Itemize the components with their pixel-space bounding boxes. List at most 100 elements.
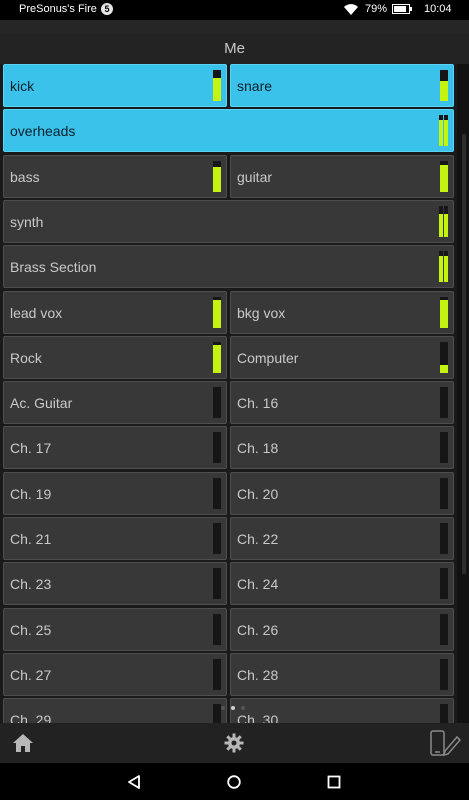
- channel-label: Ch. 27: [10, 666, 52, 683]
- home-circle-icon[interactable]: [214, 763, 254, 800]
- meter-channel-r: [444, 205, 448, 237]
- channel-tile[interactable]: bass: [3, 154, 227, 198]
- mix-panel: Me kick snare overheads bass guitar synth Bras…: [0, 20, 469, 723]
- channel-label: Ch. 21: [10, 531, 52, 547]
- system-nav-bar: [0, 763, 469, 800]
- level-meter: [213, 387, 221, 419]
- home-icon[interactable]: [8, 723, 38, 763]
- meter-fill: [213, 344, 221, 373]
- meter-channel-r: [444, 115, 448, 147]
- channel-tile[interactable]: Ch. 29: [3, 698, 227, 723]
- channel-label: Ch. 26: [237, 621, 279, 638]
- channel-label: Ch. 24: [237, 576, 279, 593]
- channel-label: Ch. 18: [237, 440, 279, 457]
- channel-tile[interactable]: Brass Section: [3, 245, 454, 289]
- meter-fill: [213, 299, 221, 328]
- channel-tile[interactable]: Ch. 21: [3, 517, 227, 560]
- level-meter: [440, 613, 448, 645]
- device-edit-icon[interactable]: [428, 723, 462, 763]
- channel-tile[interactable]: synth: [3, 199, 454, 243]
- channel-tile[interactable]: Ch. 27: [3, 652, 227, 696]
- channel-tile[interactable]: Ch. 18: [230, 426, 454, 470]
- level-meter: [439, 251, 448, 283]
- level-meter: [440, 432, 448, 464]
- channel-label: Computer: [237, 349, 299, 366]
- page-dot: [221, 706, 225, 710]
- level-meter: [440, 704, 448, 723]
- channel-tile[interactable]: Ch. 30: [230, 698, 454, 723]
- channel-tile[interactable]: Ch. 17: [3, 426, 227, 470]
- meter-channel-l: [439, 251, 443, 283]
- channel-label: Ch. 20: [237, 485, 279, 502]
- level-meter: [440, 477, 448, 509]
- channel-tile[interactable]: lead vox: [3, 290, 227, 334]
- meter-fill: [444, 255, 448, 283]
- clock: 10:04: [424, 3, 452, 15]
- battery-charging-icon: [392, 4, 412, 14]
- level-meter: [440, 568, 448, 600]
- meter-fill: [440, 165, 448, 192]
- level-meter: [213, 658, 221, 690]
- meter-fill: [440, 299, 448, 328]
- channel-tile[interactable]: Ch. 16: [230, 381, 454, 425]
- meter-fill: [440, 80, 448, 101]
- page-dot: [241, 706, 245, 710]
- status-app-name: PreSonus's Fire: [19, 3, 97, 15]
- channel-tile[interactable]: Ch. 20: [230, 471, 454, 515]
- level-meter: [213, 477, 221, 509]
- level-meter: [213, 70, 221, 101]
- level-meter: [440, 160, 448, 192]
- page-dot: [231, 706, 235, 710]
- level-meter: [213, 568, 221, 600]
- channel-label: Ch. 29: [10, 712, 52, 723]
- channel-label: Ch. 16: [237, 395, 279, 412]
- channel-label: Ch. 30: [237, 712, 279, 723]
- channel-label: bkg vox: [237, 304, 286, 321]
- channel-tile[interactable]: Ch. 26: [230, 607, 454, 651]
- channel-tile[interactable]: Ch. 28: [230, 652, 454, 696]
- meter-channel-l: [439, 205, 443, 237]
- meter-fill: [440, 365, 448, 373]
- channel-tile[interactable]: Computer: [230, 335, 454, 379]
- channel-tile[interactable]: bkg vox: [230, 290, 454, 334]
- channel-label: bass: [10, 168, 40, 185]
- level-meter: [440, 296, 448, 328]
- level-meter: [440, 523, 448, 554]
- channel-tile[interactable]: Ch. 19: [3, 471, 227, 515]
- level-meter: [213, 296, 221, 328]
- wifi-icon: [343, 3, 359, 19]
- meter-fill: [439, 119, 443, 147]
- level-meter: [213, 613, 221, 645]
- channel-tile[interactable]: Rock: [3, 335, 227, 379]
- recents-icon[interactable]: [314, 763, 354, 800]
- scrollbar-thumb[interactable]: [462, 134, 466, 574]
- channel-label: Ac. Guitar: [10, 395, 73, 412]
- channel-tile[interactable]: guitar: [230, 154, 454, 198]
- scrollbar[interactable]: [457, 64, 469, 723]
- level-meter: [213, 341, 221, 373]
- channel-tile[interactable]: Ch. 25: [3, 607, 227, 651]
- channel-tile[interactable]: Ch. 23: [3, 562, 227, 606]
- meter-fill: [439, 255, 443, 283]
- gear-icon[interactable]: [219, 723, 249, 763]
- channel-tile[interactable]: overheads: [3, 109, 454, 153]
- meter-fill: [444, 119, 448, 147]
- meter-fill: [213, 166, 221, 192]
- channel-label: Ch. 28: [237, 666, 279, 683]
- level-meter: [213, 523, 221, 554]
- level-meter: [440, 70, 448, 101]
- level-meter: [213, 432, 221, 464]
- channel-label: guitar: [237, 168, 273, 185]
- channel-tile[interactable]: snare: [230, 64, 454, 107]
- meter-fill: [439, 213, 443, 237]
- notification-badge: 5: [101, 3, 113, 15]
- channel-tile[interactable]: kick: [3, 64, 227, 107]
- channel-tile[interactable]: Ch. 24: [230, 562, 454, 606]
- channel-tile[interactable]: Ac. Guitar: [3, 381, 227, 425]
- meter-channel-r: [444, 251, 448, 283]
- channel-tile[interactable]: Ch. 22: [230, 517, 454, 560]
- back-icon[interactable]: [114, 763, 154, 800]
- level-meter: [440, 387, 448, 419]
- level-meter: [213, 704, 221, 723]
- status-bar: PreSonus's Fire 5 79% 10:04: [0, 0, 469, 20]
